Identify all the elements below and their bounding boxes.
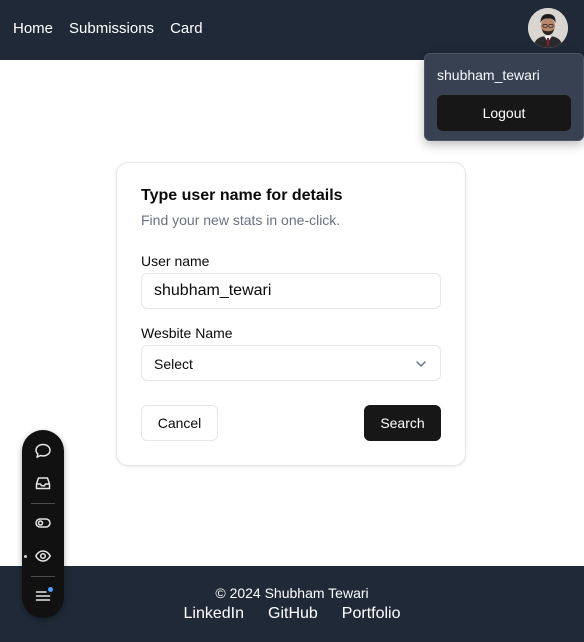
floating-toolbar	[22, 430, 64, 618]
toolbar-divider	[31, 576, 55, 577]
footer-links: LinkedIn GitHub Portfolio	[0, 605, 584, 623]
menu-username: shubham_tewari	[437, 67, 540, 83]
toggle-tool-button[interactable]	[31, 511, 55, 535]
inbox-tool-button[interactable]	[31, 471, 55, 495]
toggle-icon	[35, 518, 51, 528]
comment-tool-button[interactable]	[31, 439, 55, 463]
website-select[interactable]: Select	[141, 345, 441, 381]
footer-link-github[interactable]: GitHub	[268, 605, 318, 623]
inbox-icon	[35, 477, 51, 490]
user-details-card: Type user name for details Find your new…	[116, 162, 466, 466]
toolbar-divider	[31, 503, 55, 504]
notification-dot	[48, 587, 53, 592]
copyright-text: © 2024 Shubham Tewari	[215, 585, 369, 601]
logout-button[interactable]: Logout	[437, 95, 571, 131]
cancel-button[interactable]: Cancel	[141, 405, 218, 441]
username-input[interactable]	[141, 273, 441, 309]
comment-icon	[35, 443, 51, 458]
eye-icon	[35, 550, 51, 562]
search-button[interactable]: Search	[364, 405, 441, 441]
nav-link-submissions[interactable]: Submissions	[69, 20, 154, 37]
username-label: User name	[141, 253, 210, 269]
eye-tool-button[interactable]	[31, 544, 55, 568]
avatar[interactable]	[528, 8, 568, 48]
user-dropdown-menu: shubham_tewari Logout	[424, 53, 584, 141]
website-label: Wesbite Name	[141, 325, 233, 341]
footer-link-portfolio[interactable]: Portfolio	[342, 605, 401, 623]
card-title: Type user name for details	[141, 187, 343, 204]
nav-link-card[interactable]: Card	[170, 20, 203, 37]
avatar-photo	[528, 8, 568, 48]
nav-link-home[interactable]: Home	[13, 20, 53, 37]
chevron-down-icon	[416, 361, 426, 367]
footer: © 2024 Shubham Tewari LinkedIn GitHub Po…	[0, 566, 584, 642]
card-description: Find your new stats in one-click.	[141, 212, 341, 228]
menu-tool-button[interactable]	[31, 584, 55, 608]
navbar: Home Submissions Card	[0, 0, 584, 60]
nav-links: Home Submissions Card	[13, 0, 203, 56]
active-indicator	[24, 555, 27, 558]
footer-link-linkedin[interactable]: LinkedIn	[184, 605, 245, 623]
website-select-value: Select	[154, 356, 193, 372]
